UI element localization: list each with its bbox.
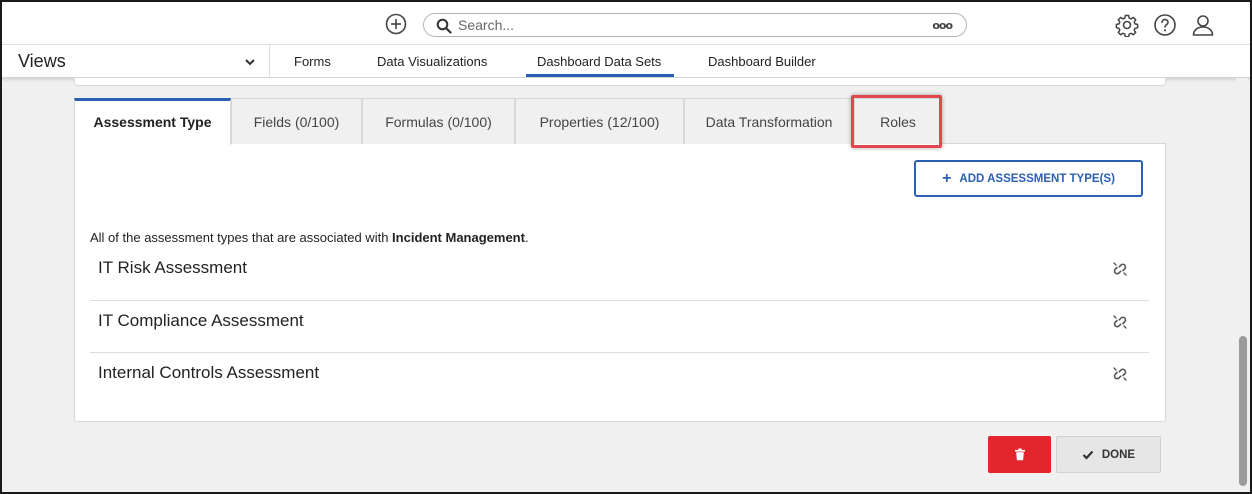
gear-icon[interactable] — [1115, 13, 1139, 37]
tab-properties[interactable]: Properties (12/100) — [515, 98, 684, 144]
trash-icon — [1014, 448, 1025, 461]
nav-bar: Views Forms Data Visualizations Dashboar… — [2, 44, 1250, 78]
previous-card-edge — [74, 78, 1166, 86]
tab-data-transformation[interactable]: Data Transformation — [684, 98, 854, 144]
nav-divider — [269, 45, 270, 77]
nav-tab-data-visualizations[interactable]: Data Visualizations — [377, 54, 487, 69]
assessment-type-name: IT Compliance Assessment — [98, 311, 304, 330]
user-icon[interactable] — [1191, 13, 1215, 37]
chevron-down-icon[interactable] — [244, 57, 256, 67]
add-assessment-type-label: ADD ASSESSMENT TYPE(S) — [959, 172, 1115, 185]
search-icon — [436, 18, 452, 34]
list-item: IT Risk Assessment — [90, 248, 1149, 300]
module-name: Incident Management — [392, 230, 525, 245]
add-assessment-type-button[interactable]: + ADD ASSESSMENT TYPE(S) — [914, 160, 1143, 197]
done-label: DONE — [1101, 448, 1136, 461]
views-dropdown-label[interactable]: Views — [18, 51, 66, 72]
assessment-type-name: IT Risk Assessment — [98, 258, 247, 277]
nav-tab-dashboard-data-sets[interactable]: Dashboard Data Sets — [537, 54, 661, 69]
top-bar: ooo — [2, 2, 1250, 44]
tab-roles[interactable]: Roles — [854, 98, 942, 144]
delete-button[interactable] — [988, 436, 1051, 473]
unlink-icon[interactable] — [1111, 365, 1129, 383]
unlink-icon[interactable] — [1111, 260, 1129, 278]
plus-icon: + — [942, 169, 952, 187]
panel-description: All of the assessment types that are ass… — [90, 230, 529, 245]
tab-assessment-type[interactable]: Assessment Type — [74, 98, 231, 145]
active-nav-indicator — [526, 74, 674, 77]
nav-tab-forms[interactable]: Forms — [294, 54, 331, 69]
search-bar[interactable]: ooo — [423, 13, 967, 37]
check-icon — [1082, 450, 1094, 460]
tab-row: Assessment Type Fields (0/100) Formulas … — [74, 98, 1166, 145]
list-item: IT Compliance Assessment — [90, 301, 1149, 353]
tab-fields[interactable]: Fields (0/100) — [231, 98, 362, 144]
tab-formulas[interactable]: Formulas (0/100) — [362, 98, 515, 144]
nav-tab-dashboard-builder[interactable]: Dashboard Builder — [708, 54, 816, 69]
list-item: Internal Controls Assessment — [90, 353, 1149, 405]
scrollbar-thumb[interactable] — [1239, 336, 1247, 486]
help-icon[interactable] — [1153, 13, 1177, 37]
done-button[interactable]: DONE — [1056, 436, 1161, 473]
add-circle-icon[interactable] — [385, 13, 407, 35]
unlink-icon[interactable] — [1111, 313, 1129, 331]
search-input[interactable] — [458, 16, 918, 34]
more-icon[interactable]: ooo — [932, 19, 953, 32]
assessment-type-name: Internal Controls Assessment — [98, 363, 320, 382]
